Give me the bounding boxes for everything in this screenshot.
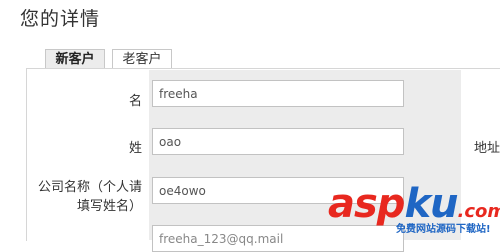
last-name-label: 姓 (128, 141, 142, 156)
last-name-field[interactable] (152, 128, 404, 155)
tab-new-customer[interactable]: 新客户 (45, 49, 105, 69)
tab-existing-customer[interactable]: 老客户 (112, 49, 172, 69)
first-name-label: 名 (128, 94, 142, 109)
watermark-asp: asp (328, 181, 405, 227)
first-name-field[interactable] (152, 80, 404, 107)
address-label: 地址 (474, 141, 500, 156)
watermark-subtitle: 免费网站源码下载站! (396, 224, 491, 235)
company-label-line1: 公司名称（个人请 (37, 180, 142, 195)
company-label: 公司名称（个人请 填写姓名） (2, 178, 142, 216)
page-title: 您的详情 (20, 8, 101, 30)
company-label-line2: 填写姓名） (76, 199, 142, 214)
watermark-com: .com (457, 201, 500, 222)
